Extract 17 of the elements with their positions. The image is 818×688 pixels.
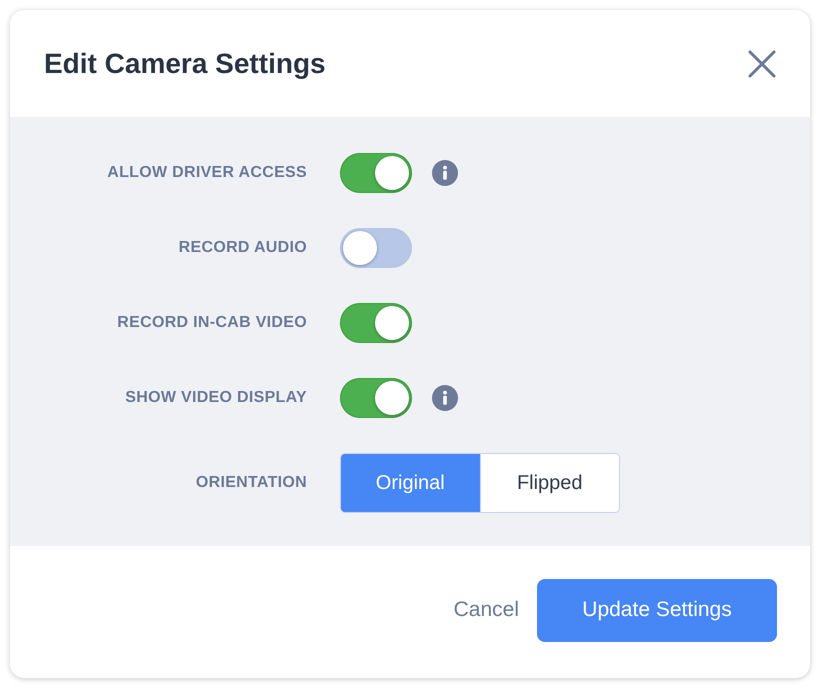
toggle-switch[interactable] [340, 153, 412, 193]
cancel-button[interactable]: Cancel [454, 594, 519, 626]
update-settings-button[interactable]: Update Settings [537, 578, 777, 642]
close-icon[interactable] [748, 50, 776, 78]
info-icon[interactable] [432, 385, 458, 411]
segment-option[interactable]: Flipped [480, 454, 619, 512]
info-icon[interactable] [432, 160, 458, 186]
toggle-switch[interactable] [340, 228, 412, 268]
setting-label: RECORD IN-CAB VIDEO [117, 314, 307, 332]
setting-label: RECORD AUDIO [178, 239, 307, 257]
setting-label: ALLOW DRIVER ACCESS [107, 164, 307, 182]
setting-label: SHOW VIDEO DISPLAY [125, 389, 307, 407]
dialog-title: Edit Camera Settings [44, 48, 326, 80]
toggle-switch[interactable] [340, 303, 412, 343]
toggle-switch[interactable] [340, 378, 412, 418]
segment-option[interactable]: Original [341, 454, 480, 512]
setting-label: ORIENTATION [196, 474, 307, 492]
